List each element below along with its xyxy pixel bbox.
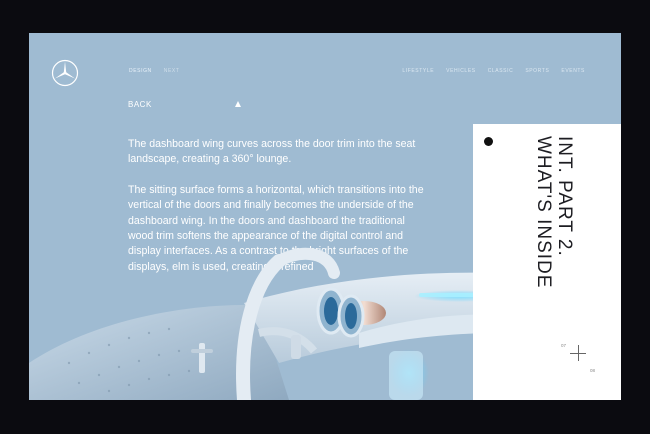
section-title-line2: WHAT'S INSIDE [533,136,554,289]
nav-item-vehicles[interactable]: VEHICLES [446,68,476,74]
page-total: 08 [590,368,596,373]
nav-item-classic[interactable]: CLASSIC [488,68,514,74]
page-current: 07 [561,343,567,348]
page-frame: DESIGN NEXT LIFESTYLE VEHICLES CLASSIC S… [29,33,621,400]
paragraph: The sitting surface forms a horizontal, … [128,183,424,273]
back-link[interactable]: BACK [128,100,152,109]
paragraph: The dashboard wing curves across the doo… [128,138,416,166]
section-title-line1: INT. PART 2. [554,136,575,257]
nav-item-next[interactable]: NEXT [164,68,180,74]
section-title: INT. PART 2. WHAT'S INSIDE [533,136,575,288]
mercedes-logo-icon[interactable] [51,59,79,87]
category-nav: LIFESTYLE VEHICLES CLASSIC SPORTS EVENTS [402,68,585,74]
plus-icon[interactable] [570,345,586,361]
primary-nav: DESIGN NEXT [129,68,180,74]
nav-item-lifestyle[interactable]: LIFESTYLE [402,68,434,74]
section-card: INT. PART 2. WHAT'S INSIDE 07 08 [473,124,621,400]
dot-icon [484,137,493,146]
nav-item-events[interactable]: EVENTS [561,68,585,74]
nav-item-design[interactable]: DESIGN [129,68,152,74]
article-body: The dashboard wing curves across the doo… [128,137,428,290]
triangle-up-icon[interactable] [235,101,241,107]
nav-item-sports[interactable]: SPORTS [525,68,549,74]
